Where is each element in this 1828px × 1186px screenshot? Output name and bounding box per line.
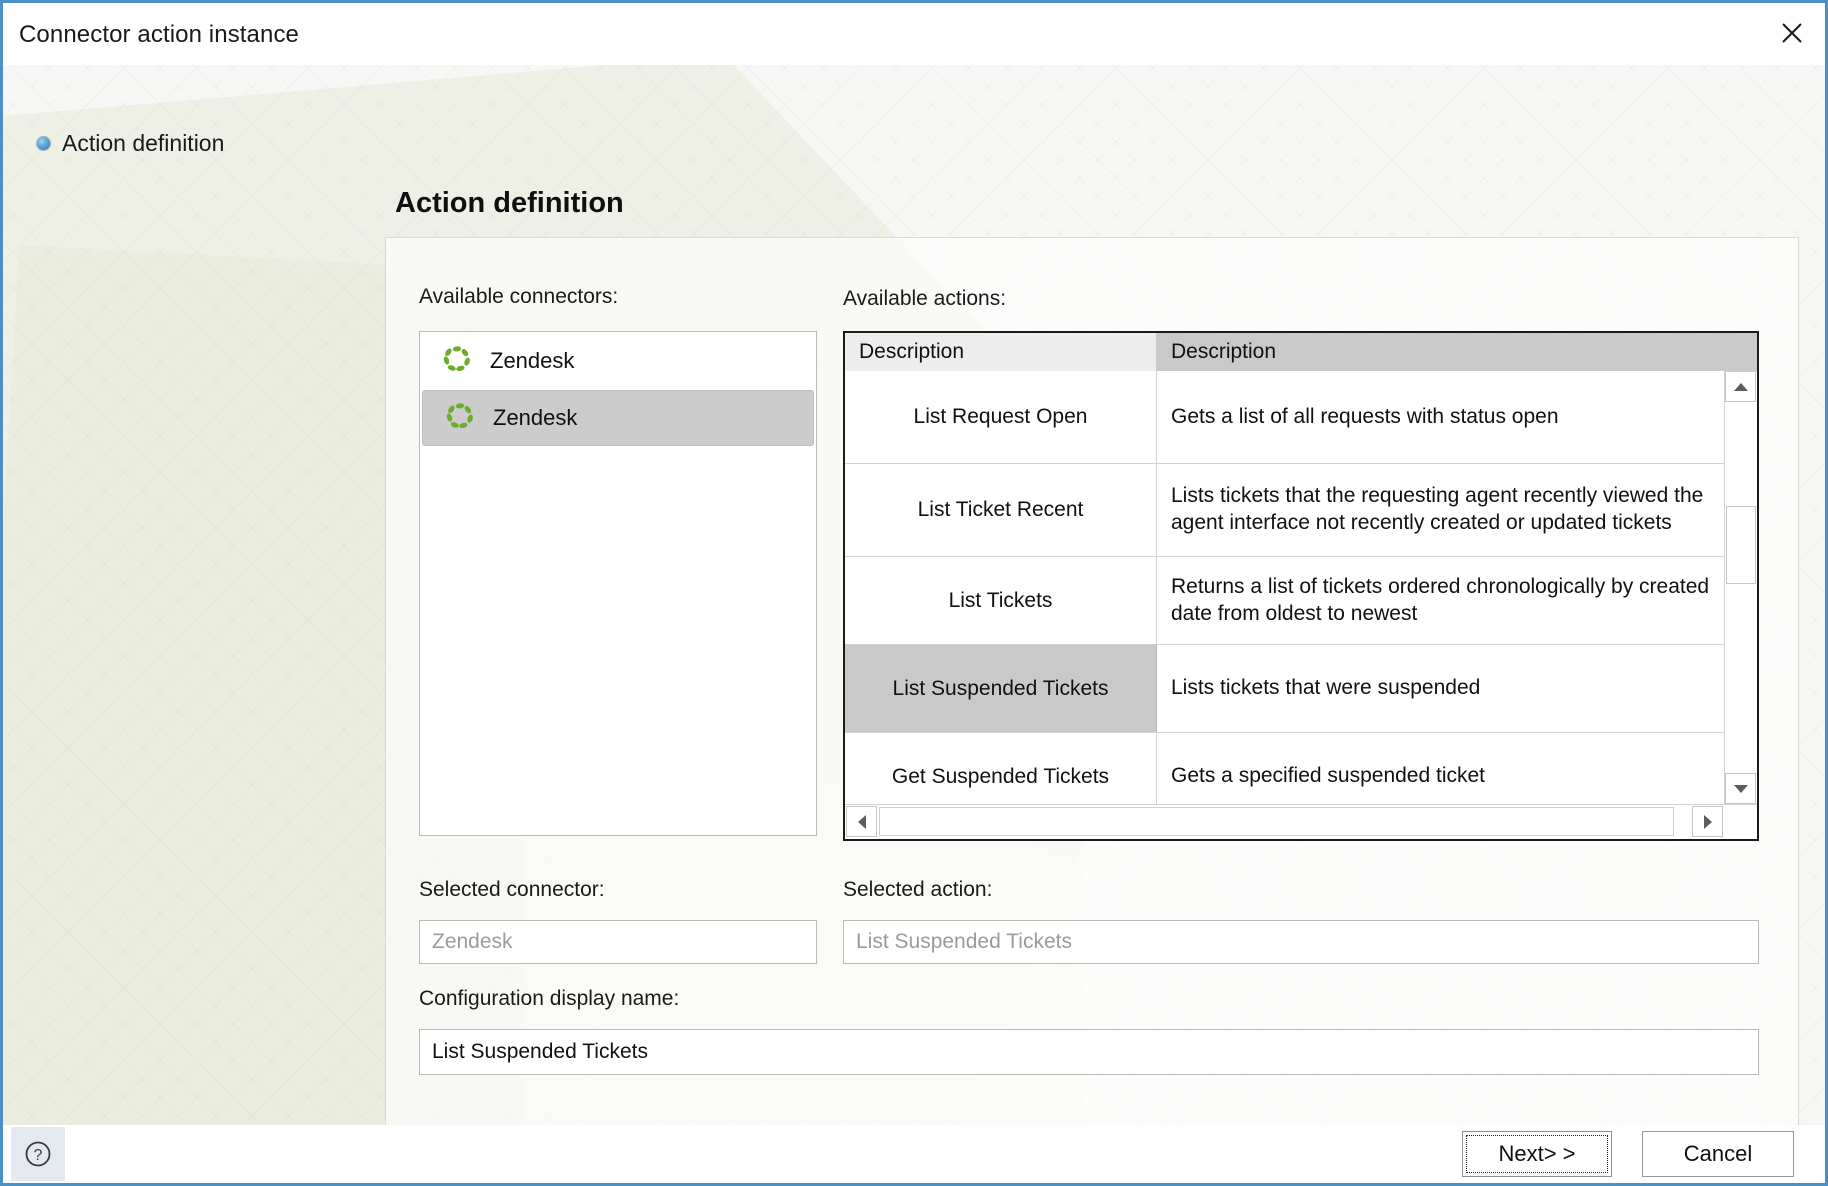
sidebar-item-label: Action definition [62,130,225,156]
table-cell-name: List Suspended Tickets [845,645,1157,732]
selected-connector-field: Zendesk [419,920,817,964]
title-bar: Connector action instance [3,3,1825,65]
vertical-scrollbar-thumb[interactable] [1726,506,1756,584]
table-cell-name: List Ticket Recent [845,464,1157,556]
zendesk-icon [445,401,475,436]
available-actions-label: Available actions: [843,287,1007,310]
table-row[interactable]: List Tickets Returns a list of tickets o… [845,557,1724,645]
horizontal-scrollbar[interactable] [845,804,1757,839]
table-cell-name: Get Suspended Tickets [845,733,1157,804]
table-cell-name: List Request Open [845,371,1157,463]
column-header-name[interactable]: Description [845,333,1157,371]
table-body: List Request Open Gets a list of all req… [845,371,1724,804]
available-connectors-label: Available connectors: [419,285,619,308]
selected-action-label: Selected action: [843,878,993,901]
table-row[interactable]: List Ticket Recent Lists tickets that th… [845,464,1724,557]
help-icon[interactable]: ? [11,1127,65,1181]
available-connectors-list[interactable]: Zendesk Zendesk [419,331,817,836]
dialog-body: Action definition Action definition Avai… [3,65,1825,1125]
svg-text:?: ? [34,1147,43,1164]
configuration-display-name-input[interactable]: List Suspended Tickets [419,1029,1759,1075]
table-row[interactable]: List Request Open Gets a list of all req… [845,371,1724,464]
table-cell-description: Returns a list of tickets ordered chrono… [1171,574,1710,625]
dialog-window: Connector action instance Action definit… [0,0,1828,1186]
sidebar-item-action-definition[interactable]: Action definition [37,130,224,157]
table-row-selected[interactable]: List Suspended Tickets Lists tickets tha… [845,645,1724,733]
selected-action-field: List Suspended Tickets [843,920,1759,964]
cancel-button[interactable]: Cancel [1642,1131,1794,1177]
table-row[interactable]: Get Suspended Tickets Gets a specified s… [845,733,1724,804]
scroll-up-icon[interactable] [1725,371,1756,402]
scroll-left-icon[interactable] [846,806,877,837]
dialog-footer: ? Next> > Cancel [3,1125,1825,1183]
cancel-button-label: Cancel [1683,1141,1753,1166]
window-title: Connector action instance [19,21,299,48]
scrollbar-corner [1724,805,1757,838]
scroll-down-icon[interactable] [1725,773,1756,804]
connector-list-item-selected[interactable]: Zendesk [422,390,814,446]
connector-list-item-label: Zendesk [490,348,575,373]
table-cell-description: Gets a list of all requests with status … [1171,404,1559,428]
column-header-description[interactable]: Description [1157,333,1757,371]
next-button[interactable]: Next> > [1462,1131,1612,1177]
selected-connector-label: Selected connector: [419,878,605,901]
wizard-step-nav: Action definition [3,65,391,1125]
next-button-label: Next> > [1498,1141,1576,1166]
table-cell-description: Lists tickets that the requesting agent … [1171,484,1704,534]
blue-dot-icon [37,137,50,150]
close-icon[interactable] [1763,5,1821,61]
scroll-right-icon[interactable] [1692,806,1723,837]
table-cell-description: Gets a specified suspended ticket [1171,764,1486,788]
horizontal-scrollbar-thumb[interactable] [879,807,1674,836]
vertical-scrollbar[interactable] [1724,371,1757,804]
connector-list-item[interactable]: Zendesk [420,332,816,390]
table-cell-description: Lists tickets that were suspended [1171,676,1481,700]
zendesk-icon [442,344,472,379]
connector-list-item-label: Zendesk [493,405,578,430]
page-title: Action definition [395,187,624,219]
table-header-row: Description Description [845,333,1757,371]
configuration-display-name-label: Configuration display name: [419,987,680,1010]
available-actions-table: Description Description List Request Ope… [843,331,1759,841]
table-cell-name: List Tickets [845,557,1157,644]
